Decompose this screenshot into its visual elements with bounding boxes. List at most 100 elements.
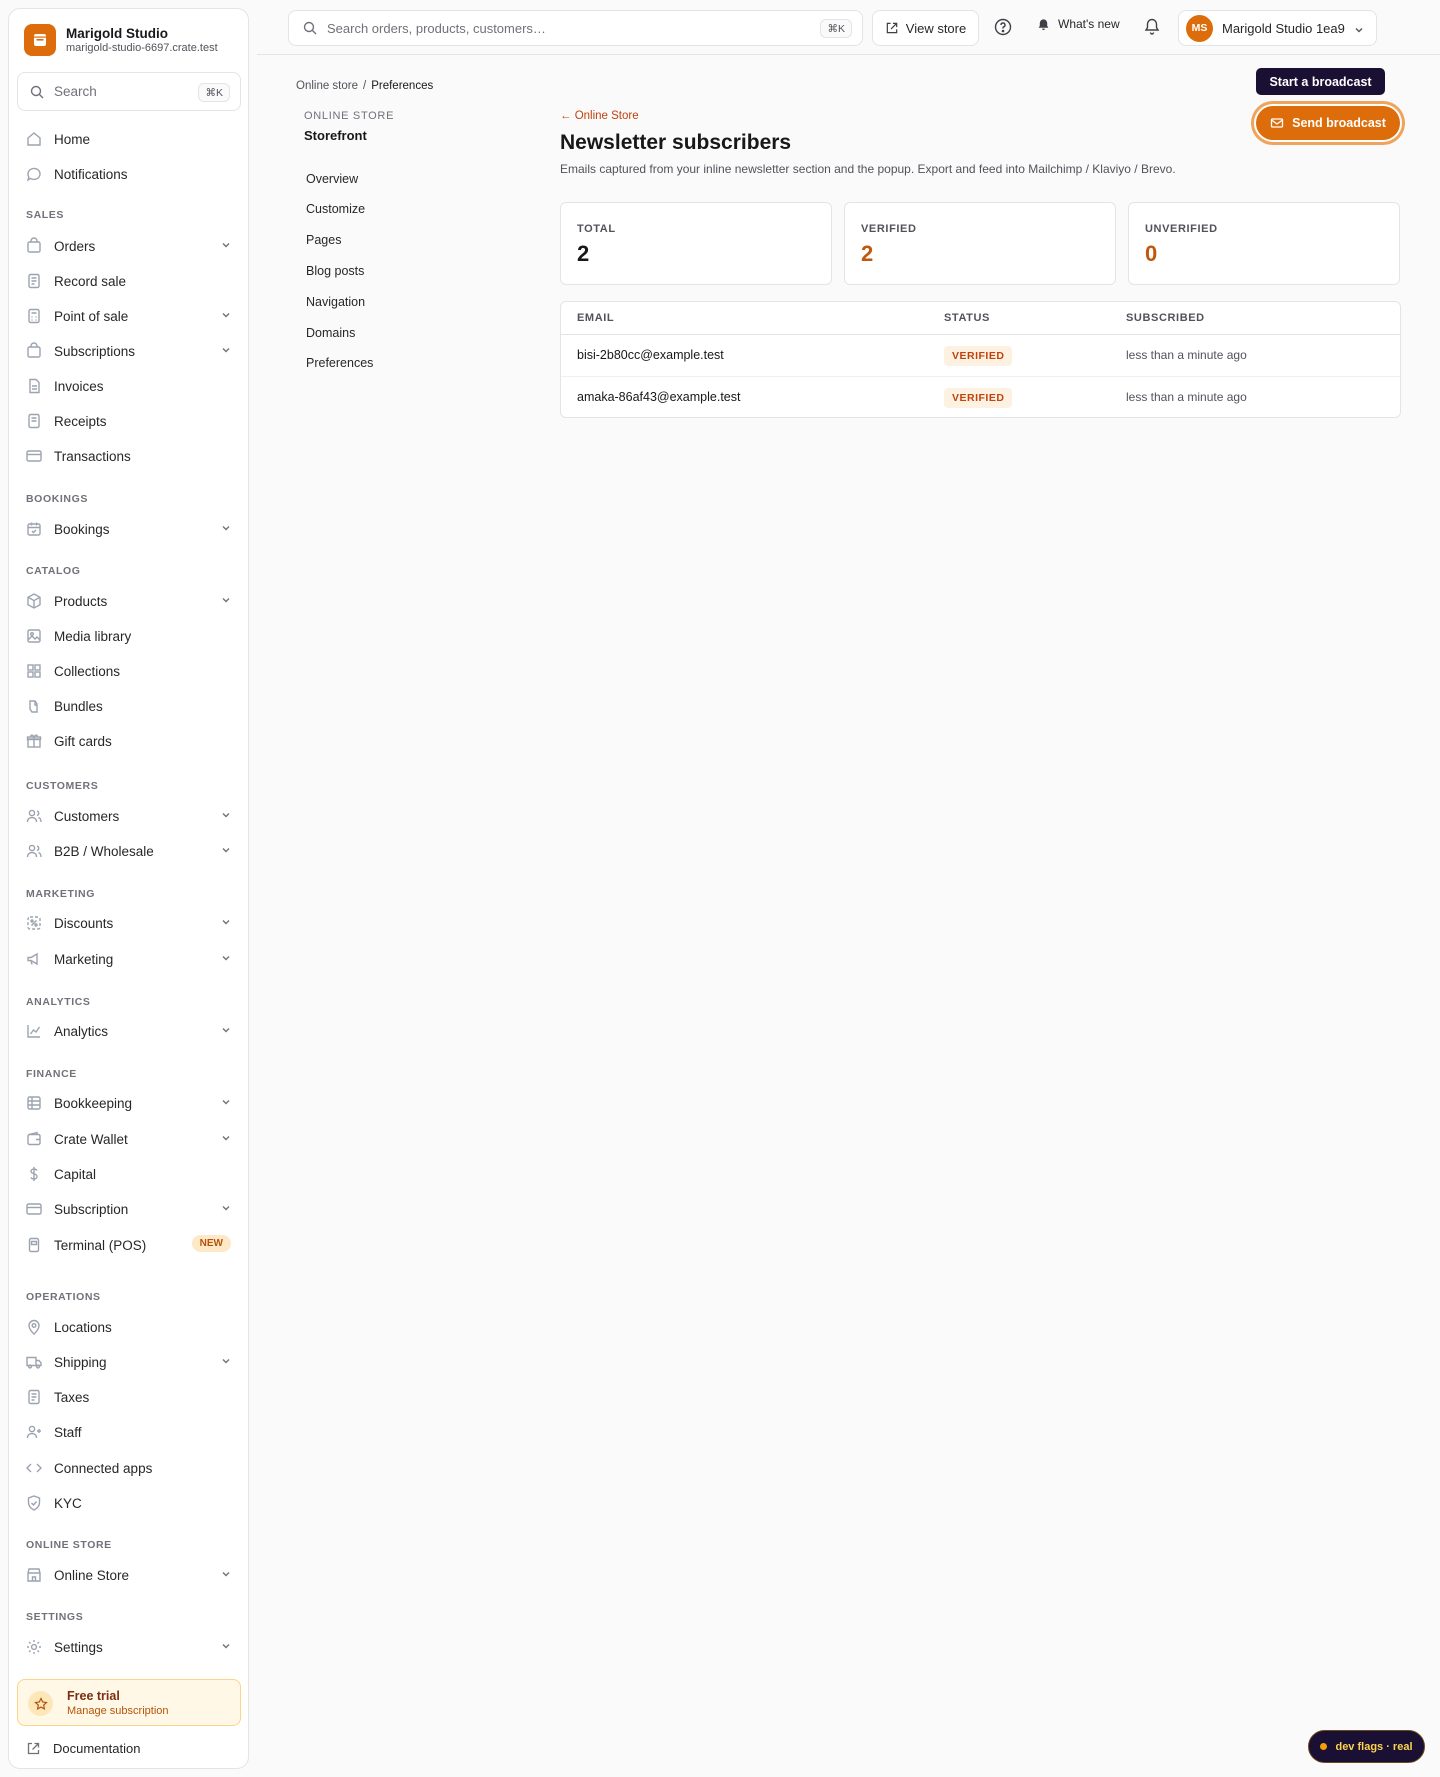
sidebar-item-bundles[interactable]: Bundles bbox=[17, 691, 241, 721]
sidebar-item-label: Receipts bbox=[54, 413, 107, 429]
sidebar-item-discounts[interactable]: Discounts bbox=[17, 908, 241, 938]
sidebar-item-settings[interactable]: Settings bbox=[17, 1632, 241, 1662]
sidebar-item-label: Gift cards bbox=[54, 733, 112, 749]
sidebar-item-kyc[interactable]: KYC bbox=[17, 1488, 241, 1518]
documentation-link[interactable]: Documentation bbox=[26, 1741, 140, 1756]
new-badge: NEW bbox=[191, 1235, 231, 1252]
notifications-button[interactable] bbox=[1143, 17, 1161, 35]
sidebar-item-products[interactable]: Products bbox=[17, 586, 241, 616]
sidebar-item-subscription[interactable]: Subscription bbox=[17, 1194, 241, 1224]
subnav-item-navigation[interactable]: Navigation bbox=[306, 295, 365, 309]
sidebar-item-label: Connected apps bbox=[54, 1460, 153, 1476]
subnav-item-customize[interactable]: Customize bbox=[306, 202, 365, 216]
subnav-item-domains[interactable]: Domains bbox=[306, 326, 355, 340]
chevron-down-icon bbox=[222, 1100, 230, 1105]
stat-label: VERIFIED bbox=[861, 223, 917, 235]
subnav-eyebrow: ONLINE STORE bbox=[304, 110, 395, 122]
sidebar-item-media-library[interactable]: Media library bbox=[17, 621, 241, 651]
sidebar-item-subscriptions[interactable]: Subscriptions bbox=[17, 336, 241, 366]
sidebar-item-label: Home bbox=[54, 131, 91, 147]
whats-new-label: What's new bbox=[1058, 17, 1120, 31]
send-broadcast-label: Send broadcast bbox=[1292, 116, 1386, 130]
sidebar-item-online-store[interactable]: Online Store bbox=[17, 1560, 241, 1590]
sidebar-item-label: Analytics bbox=[54, 1023, 109, 1039]
section-label-online-store: ONLINE STORE bbox=[26, 1539, 112, 1551]
store-logo-icon bbox=[24, 24, 56, 56]
documentation-label: Documentation bbox=[53, 1741, 141, 1756]
sidebar-item-transactions[interactable]: Transactions bbox=[17, 441, 241, 471]
breadcrumb-separator: / bbox=[363, 80, 367, 92]
status-dot-icon bbox=[1320, 1743, 1328, 1750]
sidebar-search[interactable]: Search ⌘K bbox=[17, 72, 241, 111]
brand[interactable]: Marigold Studio marigold-studio-6697.cra… bbox=[24, 24, 218, 56]
breadcrumb-parent[interactable]: Online store bbox=[296, 80, 358, 92]
sidebar-item-bookings[interactable]: Bookings bbox=[17, 514, 241, 544]
sidebar-item-label: Shipping bbox=[54, 1354, 107, 1370]
sidebar-item-label: Bookkeeping bbox=[54, 1095, 133, 1111]
subnav-item-pages[interactable]: Pages bbox=[306, 233, 341, 247]
wallet-icon bbox=[27, 1131, 41, 1146]
help-circle-icon bbox=[994, 18, 1012, 36]
subnav-item-preferences[interactable]: Preferences bbox=[306, 356, 373, 370]
back-link[interactable]: ← Online Store bbox=[560, 110, 639, 122]
sidebar-item-bookkeeping[interactable]: Bookkeeping bbox=[17, 1088, 241, 1118]
external-link-icon bbox=[27, 1742, 40, 1755]
chevron-down-icon bbox=[222, 348, 230, 353]
sidebar-item-b2b-wholesale[interactable]: B2B / Wholesale bbox=[17, 836, 241, 866]
free-trial-card[interactable]: Free trial Manage subscription bbox=[17, 1679, 241, 1726]
dev-flags-pill[interactable]: dev flags · real bbox=[1308, 1730, 1425, 1763]
sidebar-item-terminal-pos[interactable]: Terminal (POS) NEW bbox=[17, 1230, 241, 1260]
sidebar-item-notifications[interactable]: Notifications bbox=[17, 159, 241, 189]
sidebar-item-label: Bookings bbox=[54, 521, 110, 537]
sidebar-item-receipts[interactable]: Receipts bbox=[17, 406, 241, 436]
sidebar-item-label: Subscriptions bbox=[54, 343, 136, 359]
sidebar-item-taxes[interactable]: Taxes bbox=[17, 1382, 241, 1412]
sidebar-item-customers[interactable]: Customers bbox=[17, 801, 241, 831]
global-search-placeholder: Search orders, products, customers… bbox=[327, 20, 546, 36]
sidebar-item-point-of-sale[interactable]: Point of sale bbox=[17, 301, 241, 331]
sidebar-item-analytics[interactable]: Analytics bbox=[17, 1016, 241, 1046]
sidebar-item-marketing[interactable]: Marketing bbox=[17, 944, 241, 974]
sidebar-item-label: Notifications bbox=[54, 166, 128, 182]
sidebar-item-record-sale[interactable]: Record sale bbox=[17, 266, 241, 296]
manage-subscription-link[interactable]: Manage subscription bbox=[67, 1705, 169, 1717]
sidebar-item-label: Discounts bbox=[54, 915, 114, 931]
sidebar-item-collections[interactable]: Collections bbox=[17, 656, 241, 686]
chat-bubble-icon bbox=[26, 167, 41, 182]
sidebar-item-connected-apps[interactable]: Connected apps bbox=[17, 1453, 241, 1483]
document-icon bbox=[29, 378, 40, 394]
whats-new-button[interactable]: What's new bbox=[1037, 17, 1120, 31]
external-link-icon bbox=[886, 22, 898, 34]
global-search-input[interactable]: Search orders, products, customers… ⌘K bbox=[288, 10, 863, 46]
sidebar-item-shipping[interactable]: Shipping bbox=[17, 1347, 241, 1377]
section-label-bookings: BOOKINGS bbox=[26, 493, 88, 505]
sidebar-item-crate-wallet[interactable]: Crate Wallet bbox=[17, 1124, 241, 1154]
sidebar-item-label: Staff bbox=[54, 1424, 82, 1440]
view-store-button[interactable]: View store bbox=[872, 10, 979, 46]
bundle-icon bbox=[29, 700, 38, 713]
subnav-item-overview[interactable]: Overview bbox=[306, 172, 358, 186]
sidebar-item-orders[interactable]: Orders bbox=[17, 231, 241, 261]
sidebar-item-label: Media library bbox=[54, 628, 132, 644]
chevron-down-icon bbox=[222, 1359, 230, 1364]
sidebar-item-capital[interactable]: Capital bbox=[17, 1159, 241, 1189]
sidebar-item-locations[interactable]: Locations bbox=[17, 1312, 241, 1342]
help-button[interactable] bbox=[994, 18, 1012, 36]
broadcast-tooltip: Start a broadcast bbox=[1256, 68, 1385, 95]
grid-icon bbox=[27, 664, 41, 678]
subscriber-email: amaka-86af43@example.test bbox=[577, 390, 741, 404]
send-broadcast-button[interactable]: Send broadcast bbox=[1256, 106, 1400, 140]
sidebar-item-label: Record sale bbox=[54, 273, 127, 289]
sidebar-item-invoices[interactable]: Invoices bbox=[17, 371, 241, 401]
sidebar: Marigold Studio marigold-studio-6697.cra… bbox=[8, 8, 249, 1769]
column-header-subscribed: SUBSCRIBED bbox=[1126, 312, 1205, 324]
table-row[interactable]: amaka-86af43@example.test VERIFIED less … bbox=[561, 377, 1400, 419]
sidebar-item-gift-cards[interactable]: Gift cards bbox=[17, 726, 241, 756]
chevron-down-icon bbox=[222, 1572, 230, 1577]
account-menu[interactable]: MS Marigold Studio 1ea9 bbox=[1178, 10, 1377, 46]
table-row[interactable]: bisi-2b80cc@example.test VERIFIED less t… bbox=[561, 335, 1400, 377]
receipt-icon bbox=[28, 273, 40, 289]
sidebar-item-home[interactable]: Home bbox=[17, 124, 241, 154]
subnav-item-blog-posts[interactable]: Blog posts bbox=[306, 264, 364, 278]
sidebar-item-staff[interactable]: Staff bbox=[17, 1417, 241, 1447]
